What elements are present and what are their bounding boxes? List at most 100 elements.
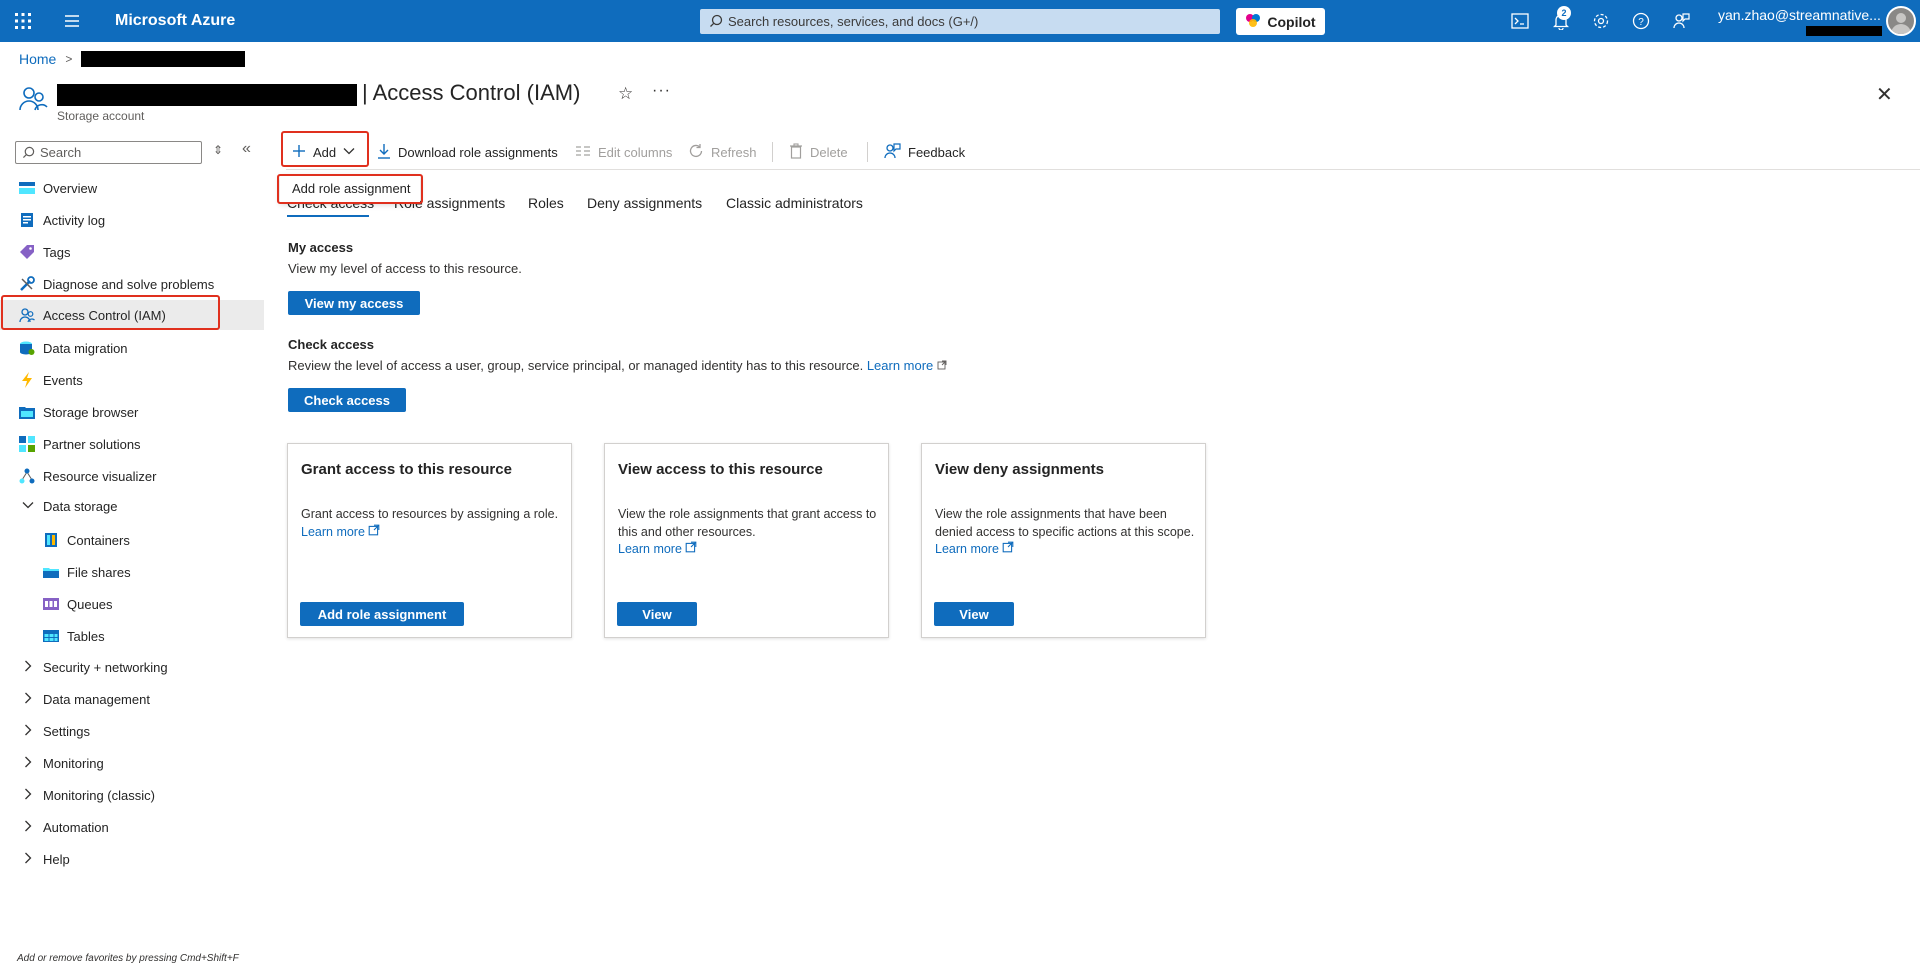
- copilot-button[interactable]: Copilot: [1236, 8, 1325, 35]
- sidebar-item-data-migration[interactable]: Data migration: [0, 333, 264, 363]
- sidebar-item-label: Activity log: [43, 212, 106, 228]
- sidebar-item-file-shares[interactable]: File shares: [0, 557, 264, 587]
- external-link-icon: [1002, 541, 1014, 559]
- iam-people-icon: [18, 84, 48, 114]
- sidebar-item-label: Diagnose and solve problems: [43, 276, 215, 292]
- delete-button[interactable]: Delete: [789, 141, 848, 163]
- view-my-access-button[interactable]: View my access: [288, 291, 420, 315]
- sidebar-item-tags[interactable]: Tags: [0, 237, 264, 267]
- card-view-deny-assignments: View deny assignments View the role assi…: [921, 443, 1206, 638]
- sidebar-item-resource-visualizer[interactable]: Resource visualizer: [0, 461, 264, 491]
- sidebar-item-label: Automation: [43, 819, 109, 835]
- learn-more-link[interactable]: Learn more: [935, 541, 1014, 559]
- more-options-icon[interactable]: ···: [652, 82, 671, 100]
- feedback-button[interactable]: Feedback: [883, 141, 965, 163]
- close-icon[interactable]: ✕: [1876, 82, 1893, 107]
- resource-type: Storage account: [57, 109, 145, 123]
- chevron-right-icon: [22, 852, 34, 867]
- sidebar-item-label: Partner solutions: [43, 436, 141, 452]
- download-label: Download role assignments: [398, 144, 558, 160]
- refresh-button[interactable]: Refresh: [688, 141, 757, 163]
- page-title: | Access Control (IAM): [362, 80, 581, 105]
- global-search-input[interactable]: Search resources, services, and docs (G+…: [700, 9, 1220, 34]
- sidebar-search-input[interactable]: Search: [15, 141, 202, 164]
- chevron-right-icon: [22, 660, 34, 675]
- download-icon: [377, 143, 391, 162]
- sidebar-item-overview[interactable]: Overview: [0, 173, 264, 203]
- favorites-hint: Add or remove favorites by pressing Cmd+…: [17, 953, 239, 964]
- sidebar-item-label: Settings: [43, 723, 90, 739]
- brand-title[interactable]: Microsoft Azure: [115, 12, 235, 30]
- sidebar-group-settings[interactable]: Settings: [0, 716, 264, 746]
- view-access-button[interactable]: View: [617, 602, 697, 626]
- sidebar-group-security-networking[interactable]: Security + networking: [0, 652, 264, 682]
- tab-classic-administrators[interactable]: Classic administrators: [726, 195, 863, 211]
- tab-deny-assignments[interactable]: Deny assignments: [587, 195, 702, 211]
- card-description-text: View the role assignments that have been…: [935, 507, 1195, 539]
- redacted-resource-name: [57, 84, 357, 106]
- sidebar-item-partner-solutions[interactable]: Partner solutions: [0, 429, 264, 459]
- learn-more-label: Learn more: [935, 542, 999, 556]
- top-bar: Microsoft Azure Search resources, servic…: [0, 0, 1920, 42]
- edit-columns-button[interactable]: Edit columns: [575, 141, 672, 163]
- columns-icon: [575, 145, 591, 160]
- refresh-icon: [688, 143, 704, 162]
- gear-icon[interactable]: [1590, 10, 1612, 32]
- sidebar-item-containers[interactable]: Containers: [0, 525, 264, 555]
- sidebar-item-label: Queues: [67, 596, 113, 612]
- card-title: View deny assignments: [935, 461, 1104, 478]
- trash-icon: [789, 142, 803, 162]
- toolbar-divider: [772, 142, 773, 162]
- sidebar-item-tables[interactable]: Tables: [0, 621, 264, 651]
- add-role-assignment-button[interactable]: Add role assignment: [300, 602, 464, 626]
- highlight-add-button: [281, 131, 369, 167]
- learn-more-link[interactable]: Learn more: [618, 541, 697, 559]
- collapse-sidebar-icon[interactable]: «: [242, 140, 251, 158]
- tab-roles[interactable]: Roles: [528, 195, 564, 211]
- sidebar-item-events[interactable]: Events: [0, 365, 264, 395]
- favorite-star-icon[interactable]: ☆: [618, 84, 633, 104]
- sidebar-group-data-management[interactable]: Data management: [0, 684, 264, 714]
- chevron-right-icon: [22, 756, 34, 771]
- cloud-shell-icon[interactable]: [1509, 10, 1531, 32]
- notification-badge: 2: [1557, 6, 1571, 20]
- help-icon[interactable]: ?: [1630, 10, 1652, 32]
- breadcrumb-redacted-resource[interactable]: [81, 51, 246, 67]
- sidebar-group-data-storage[interactable]: Data storage: [0, 491, 264, 521]
- chevron-right-icon: [22, 788, 34, 803]
- redacted-directory: [1806, 26, 1882, 36]
- containers-icon: [43, 532, 59, 548]
- sidebar-item-label: Security + networking: [43, 659, 168, 675]
- view-deny-assignments-button[interactable]: View: [934, 602, 1014, 626]
- sidebar-item-queues[interactable]: Queues: [0, 589, 264, 619]
- hamburger-icon[interactable]: [62, 11, 82, 31]
- sidebar-item-storage-browser[interactable]: Storage browser: [0, 397, 264, 427]
- chevron-right-icon: [22, 724, 34, 739]
- sidebar-item-activity-log[interactable]: Activity log: [0, 205, 264, 235]
- my-access-text: View my level of access to this resource…: [288, 261, 522, 276]
- download-role-assignments-button[interactable]: Download role assignments: [377, 141, 558, 163]
- avatar[interactable]: [1886, 6, 1916, 36]
- global-search-placeholder: Search resources, services, and docs (G+…: [728, 14, 979, 29]
- card-view-access: View access to this resource View the ro…: [604, 443, 889, 638]
- sidebar-group-help[interactable]: Help: [0, 844, 264, 874]
- refresh-label: Refresh: [711, 144, 757, 160]
- waffle-icon[interactable]: [12, 10, 34, 32]
- sidebar-group-monitoring-classic[interactable]: Monitoring (classic): [0, 780, 264, 810]
- breadcrumb-home[interactable]: Home: [19, 51, 56, 67]
- queues-icon: [43, 596, 59, 612]
- data-migration-icon: [19, 340, 35, 356]
- feedback-icon[interactable]: [1670, 10, 1692, 32]
- sidebar-group-automation[interactable]: Automation: [0, 812, 264, 842]
- card-description: View the role assignments that grant acc…: [618, 506, 878, 559]
- sidebar-group-monitoring[interactable]: Monitoring: [0, 748, 264, 778]
- sort-toggle-icon[interactable]: ⇕: [213, 143, 223, 157]
- learn-more-link[interactable]: Learn more: [301, 524, 380, 542]
- check-access-description: Review the level of access a user, group…: [288, 358, 864, 373]
- search-icon: [709, 14, 723, 31]
- user-email[interactable]: yan.zhao@streamnative...: [1718, 7, 1881, 23]
- check-access-button[interactable]: Check access: [288, 388, 406, 412]
- feedback-label: Feedback: [908, 144, 966, 160]
- learn-more-link[interactable]: Learn more: [867, 358, 933, 373]
- my-access-heading: My access: [288, 240, 354, 255]
